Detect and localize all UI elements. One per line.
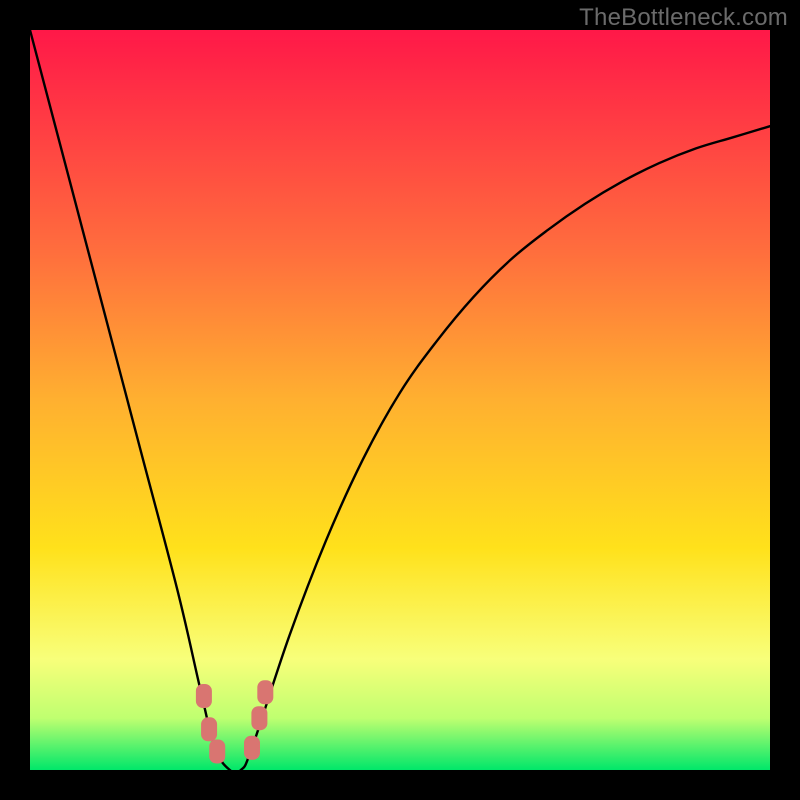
curve-marker (196, 684, 212, 708)
curve-marker (244, 736, 260, 760)
chart-container: TheBottleneck.com (0, 0, 800, 800)
bottleneck-chart (0, 0, 800, 800)
curve-marker (257, 680, 273, 704)
curve-marker (251, 706, 267, 730)
watermark-text: TheBottleneck.com (579, 4, 788, 32)
curve-marker (201, 717, 217, 741)
curve-marker (209, 740, 225, 764)
gradient-background (30, 30, 770, 770)
